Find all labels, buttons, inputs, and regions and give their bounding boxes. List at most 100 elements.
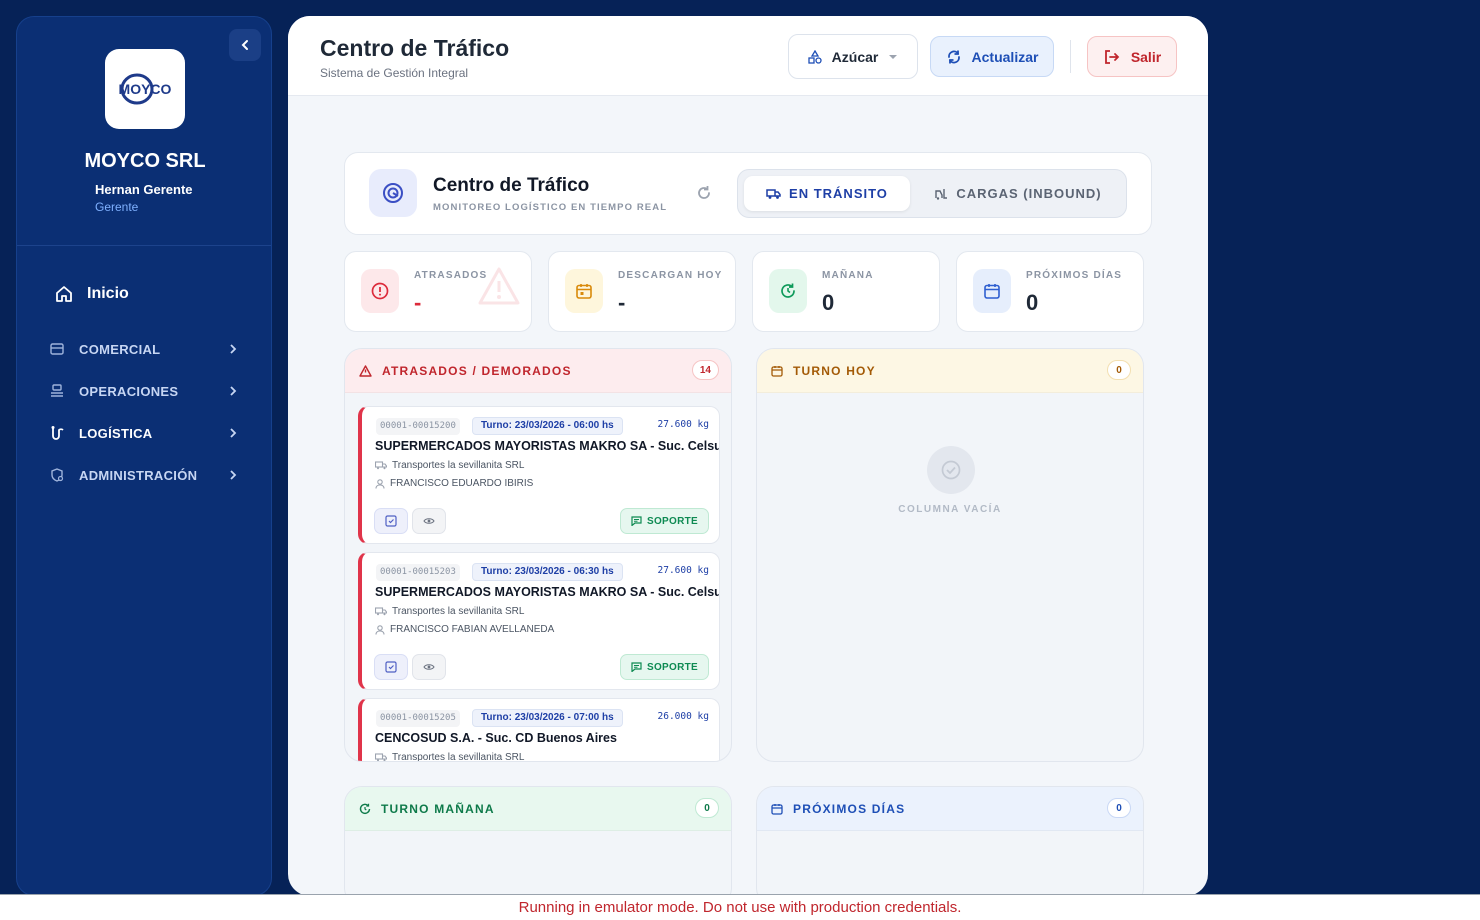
clock-refresh-icon <box>359 803 371 814</box>
driver-name: FRANCISCO FABIAN AVELLANEDA <box>390 624 555 635</box>
stat-value: 0 <box>822 290 835 315</box>
shipment-code: 00001-00015200 <box>376 418 460 435</box>
sidebar-item-comercial[interactable]: COMERCIAL <box>49 341 239 357</box>
truck-icon <box>766 188 781 199</box>
tab-label: EN TRÁNSITO <box>789 186 888 201</box>
transport-company: Transportes la sevillanita SRL <box>375 460 524 471</box>
view-button[interactable] <box>412 654 446 680</box>
client-name: SUPERMERCADOS MAYORISTAS MAKRO SA - Suc.… <box>375 439 720 453</box>
sidebar-divider <box>17 245 271 246</box>
edit-button[interactable] <box>374 508 408 534</box>
count-badge: 14 <box>691 360 719 380</box>
user-name: Hernan Gerente <box>95 182 193 197</box>
turno-badge: Turno: 23/03/2026 - 06:00 hs <box>472 417 623 435</box>
shipment-code: 00001-00015203 <box>376 564 460 581</box>
view-button[interactable] <box>412 508 446 534</box>
truck-icon <box>375 607 387 616</box>
count-badge: 0 <box>1107 360 1131 380</box>
chat-icon <box>631 516 642 526</box>
sidebar-item-logistica[interactable]: LOGÍSTICA <box>49 425 239 441</box>
column-title: PRÓXIMOS DÍAS <box>793 801 906 816</box>
reload-icon[interactable] <box>695 184 713 202</box>
driver: FRANCISCO FABIAN AVELLANEDA <box>375 624 554 635</box>
calendar-days-icon <box>973 269 1011 313</box>
check-circle-icon <box>927 446 975 494</box>
column-header: ATRASADOS / DEMORADOS <box>345 349 731 393</box>
count-badge: 0 <box>1107 798 1131 818</box>
sidebar-item-administracion[interactable]: ADMINISTRACIÓN <box>49 467 239 483</box>
refresh-button[interactable]: Actualizar <box>930 36 1054 77</box>
refresh-label: Actualizar <box>971 48 1039 65</box>
logo-text: MOYCO <box>119 81 172 97</box>
driver-name: FRANCISCO EDUARDO IBIRIS <box>390 478 534 489</box>
warning-icon <box>359 364 372 377</box>
product-selector[interactable]: Azúcar <box>788 34 918 79</box>
stat-descargan-hoy[interactable]: DESCARGAN HOY - <box>548 251 736 332</box>
admin-icon <box>51 468 64 482</box>
shipment-card[interactable]: 00001-00015200 Turno: 23/03/2026 - 06:00… <box>358 406 720 544</box>
stat-manana[interactable]: MAÑANA 0 <box>752 251 940 332</box>
chevron-left-icon <box>241 40 248 50</box>
transport-name: Transportes la sevillanita SRL <box>392 752 525 762</box>
logout-button[interactable]: Salir <box>1087 36 1177 77</box>
user-icon <box>375 478 385 489</box>
transport-company: Transportes la sevillanita SRL <box>375 752 525 762</box>
stat-proximos-dias[interactable]: PRÓXIMOS DÍAS 0 <box>956 251 1144 332</box>
home-icon <box>56 286 72 302</box>
route-icon <box>51 426 64 440</box>
top-bar: Centro de Tráfico Sistema de Gestión Int… <box>288 16 1208 96</box>
support-label: SOPORTE <box>647 661 698 673</box>
caret-down-icon <box>889 54 898 59</box>
support-label: SOPORTE <box>647 515 698 527</box>
shapes-icon <box>808 49 822 64</box>
chat-icon <box>631 662 642 672</box>
sidebar: MOYCO MOYCO SRL Hernan Gerente Gerente I… <box>16 16 272 896</box>
column-title: ATRASADOS / DEMORADOS <box>382 363 572 378</box>
stat-atrasados[interactable]: ATRASADOS - <box>344 251 532 332</box>
section-title: Centro de Tráfico <box>433 175 590 196</box>
column-turno-manana: TURNO MAÑANA 0 <box>344 786 732 896</box>
tab-cargas-inbound[interactable]: CARGAS (INBOUND) <box>918 176 1118 211</box>
column-proximos-dias: PRÓXIMOS DÍAS 0 <box>756 786 1144 896</box>
traffic-header-card: Centro de Tráfico MONITOREO LOGÍSTICO EN… <box>344 152 1152 235</box>
user-role: Gerente <box>95 200 139 214</box>
sidebar-item-label: LOGÍSTICA <box>79 425 153 441</box>
shipment-card[interactable]: 00001-00015203 Turno: 23/03/2026 - 06:30… <box>358 552 720 690</box>
eye-icon <box>423 518 435 524</box>
stat-label: PRÓXIMOS DÍAS <box>1026 270 1123 281</box>
stat-value: - <box>414 290 422 315</box>
count-badge: 0 <box>695 798 719 818</box>
alert-circle-icon <box>361 269 399 313</box>
truck-icon <box>375 753 387 761</box>
shipment-card[interactable]: 00001-00015205 Turno: 23/03/2026 - 07:00… <box>358 698 720 762</box>
sidebar-item-operaciones[interactable]: OPERACIONES <box>49 383 239 399</box>
support-button[interactable]: SOPORTE <box>620 508 709 534</box>
sidebar-item-label: ADMINISTRACIÓN <box>79 467 198 483</box>
chevron-right-icon <box>230 386 237 396</box>
user-icon <box>375 624 385 635</box>
shipment-weight: 27.600 kg <box>657 419 709 430</box>
company-name: MOYCO SRL <box>84 150 206 172</box>
sidebar-item-label: OPERACIONES <box>79 383 179 399</box>
collapse-sidebar-button[interactable] <box>229 29 261 61</box>
sidebar-item-label: COMERCIAL <box>79 341 161 357</box>
store-icon <box>50 343 64 355</box>
page-title: Centro de Tráfico <box>320 35 510 61</box>
turno-badge: Turno: 23/03/2026 - 06:30 hs <box>472 563 623 581</box>
column-atrasados: ATRASADOS / DEMORADOS 14 00001-00015200 … <box>344 348 732 762</box>
tab-label: CARGAS (INBOUND) <box>956 186 1102 201</box>
stat-value: 0 <box>1026 290 1039 315</box>
view-tabs: EN TRÁNSITO CARGAS (INBOUND) <box>737 169 1127 218</box>
column-header: TURNO MAÑANA <box>345 787 731 831</box>
turno-badge: Turno: 23/03/2026 - 07:00 hs <box>472 709 623 727</box>
sidebar-item-inicio[interactable]: Inicio <box>55 285 129 303</box>
support-button[interactable]: SOPORTE <box>620 654 709 680</box>
empty-column-label: COLUMNA VACÍA <box>898 504 1002 515</box>
edit-button[interactable] <box>374 654 408 680</box>
refresh-icon <box>947 50 960 63</box>
tab-en-transito[interactable]: EN TRÁNSITO <box>744 176 910 211</box>
stat-label: DESCARGAN HOY <box>618 270 723 281</box>
column-title: TURNO HOY <box>793 363 876 378</box>
shipment-weight: 27.600 kg <box>657 565 709 576</box>
main-panel: Centro de Tráfico Sistema de Gestión Int… <box>288 16 1208 896</box>
